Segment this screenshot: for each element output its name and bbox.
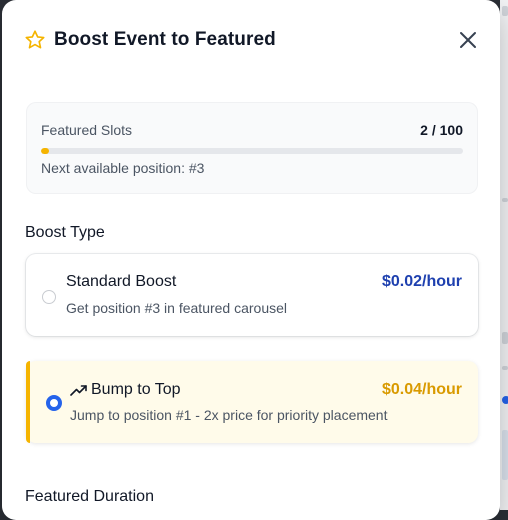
standard-boost-option[interactable]: Standard Boost $0.02/hour Get position #…: [26, 254, 478, 336]
close-icon[interactable]: [458, 30, 478, 50]
background-page-dot: [502, 396, 508, 404]
next-available-position: Next available position: #3: [41, 160, 205, 176]
featured-slots-count: 2 / 100: [420, 122, 463, 138]
featured-slots-label: Featured Slots: [41, 122, 133, 138]
boost-modal: Boost Event to Featured Featured Slots 2…: [2, 0, 500, 520]
standard-boost-description: Get position #3 in featured carousel: [66, 300, 288, 316]
trending-up-icon: [70, 383, 88, 397]
background-page-mark: [502, 198, 508, 202]
boost-type-label: Boost Type: [25, 224, 105, 241]
bump-to-top-title-wrap: Bump to Top: [70, 381, 181, 399]
featured-slots-progress-fill: [41, 148, 50, 154]
bump-to-top-option[interactable]: Bump to Top $0.04/hour Jump to position …: [26, 361, 478, 443]
modal-title: Boost Event to Featured: [54, 29, 276, 50]
bump-to-top-price: $0.04/hour: [381, 381, 462, 398]
featured-slots-card: Featured Slots 2 / 100 Next available po…: [26, 102, 478, 194]
modal-header: Boost Event to Featured: [24, 26, 480, 54]
standard-boost-radio[interactable]: [42, 290, 56, 304]
star-icon: [24, 29, 46, 51]
standard-boost-title: Standard Boost: [66, 273, 177, 290]
close-button[interactable]: [456, 28, 480, 52]
background-page-mark: [502, 366, 508, 370]
standard-boost-price: $0.02/hour: [381, 273, 462, 290]
background-page-mark: [502, 332, 508, 344]
featured-slots-progress: [41, 148, 463, 154]
background-page-mark: [502, 430, 508, 480]
bump-to-top-radio[interactable]: [46, 395, 62, 411]
background-page-mark: [502, 6, 508, 16]
featured-duration-label: Featured Duration: [25, 488, 154, 505]
bump-to-top-description: Jump to position #1 - 2x price for prior…: [70, 407, 388, 423]
bump-to-top-title: Bump to Top: [91, 381, 181, 398]
